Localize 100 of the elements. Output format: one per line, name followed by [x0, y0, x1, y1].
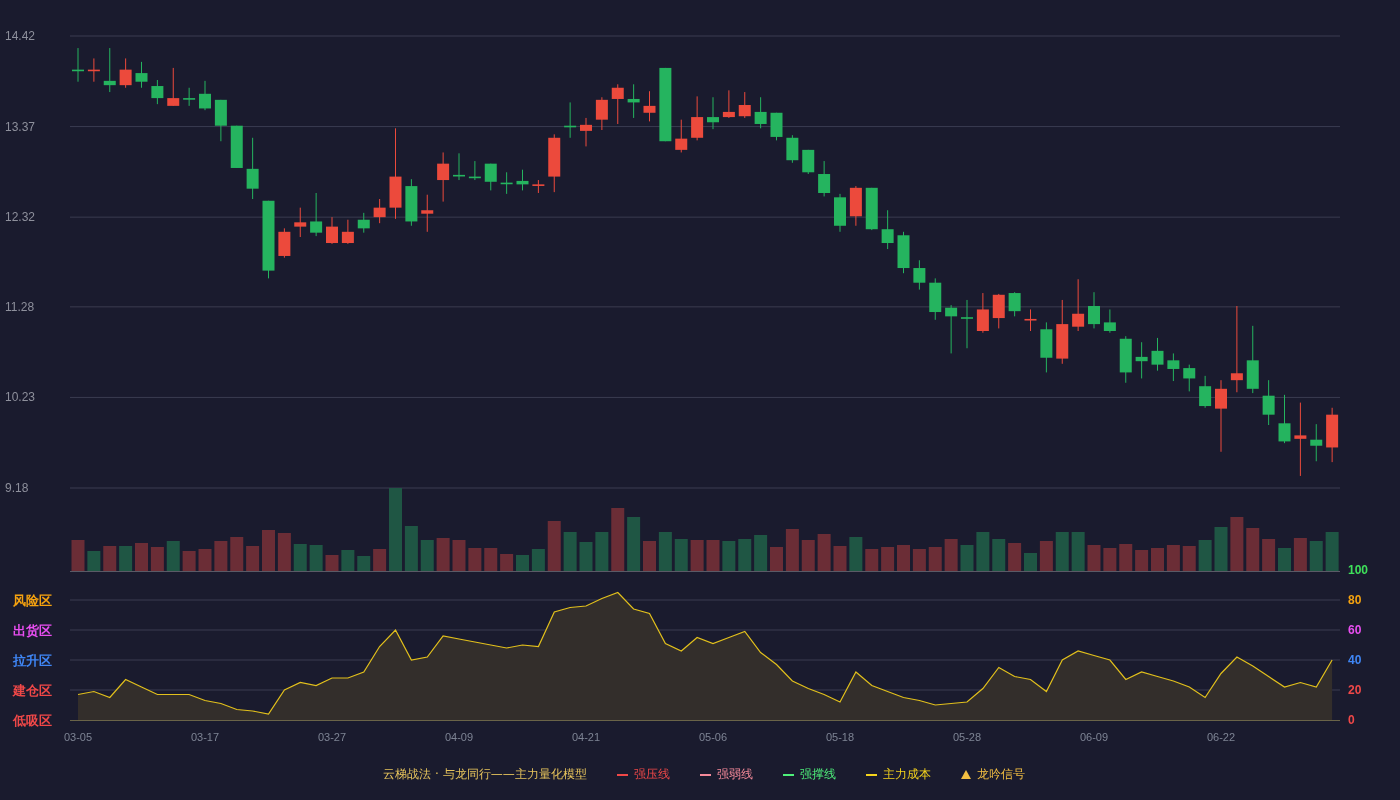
candlestick [468, 160, 481, 181]
candlestick [421, 194, 434, 233]
candlestick [1119, 335, 1132, 384]
volume-bar [135, 543, 148, 571]
volume-bar [928, 547, 942, 571]
volume-bar [770, 547, 783, 571]
date-label: 06-09 [1079, 731, 1109, 743]
volume-bar [357, 556, 371, 571]
volume-bar [1182, 546, 1196, 571]
volume-bar [71, 540, 85, 571]
candlestick [1072, 278, 1085, 332]
volume-bar [500, 554, 514, 571]
volume-bar [1024, 553, 1037, 571]
volume-bar [833, 546, 847, 571]
candlestick [580, 117, 592, 147]
zone-label: 风险区 [13, 593, 52, 608]
axis-label: 13.37 [5, 119, 36, 134]
candlestick [214, 99, 227, 142]
candlestick [738, 91, 751, 119]
candlestick [643, 90, 656, 122]
candlestick [627, 83, 640, 119]
legend-label: 主力成本 [882, 766, 931, 783]
volume-bar [706, 540, 720, 571]
candlestick [691, 95, 704, 141]
axis-label: 80 [1348, 593, 1362, 607]
axis-label: 10.23 [5, 390, 36, 405]
volume-bar [992, 539, 1006, 571]
volume-bar [738, 539, 752, 571]
candlestick [1040, 321, 1053, 373]
zone-label: 低吸区 [13, 713, 52, 728]
legend-title: 云梯战法 · 与龙同行——主力量化模型 [383, 766, 587, 783]
candlestick [770, 112, 783, 141]
volume-bar [1039, 541, 1053, 571]
candlestick [357, 212, 370, 234]
legend-label: 强压线 [633, 766, 670, 783]
candlestick [1056, 299, 1069, 365]
volume-bar [1198, 540, 1212, 571]
volume-bar [230, 537, 244, 571]
axis-label: 40 [1348, 653, 1362, 667]
candlestick [786, 134, 799, 164]
candlestick [548, 133, 561, 193]
volume-bar [785, 529, 799, 571]
volume-bar [341, 550, 355, 571]
volume-bar [1309, 541, 1323, 571]
volume-bar [1230, 517, 1244, 571]
candlestick [532, 179, 545, 194]
axis-label: 0 [1348, 713, 1355, 727]
candlestick [754, 96, 767, 129]
volume-bar [166, 541, 180, 571]
axis-label: 12.32 [5, 210, 36, 225]
candlestick [976, 292, 989, 334]
candlestick [802, 149, 815, 175]
candlestick [453, 152, 465, 181]
candlestick [341, 219, 354, 245]
volume-bar [547, 521, 561, 571]
candlestick [87, 57, 100, 83]
volume-bar [1262, 539, 1276, 571]
zone-label: 建仓区 [13, 683, 52, 698]
legend-label: 强撑线 [799, 766, 836, 783]
candlestick [611, 83, 624, 125]
candlestick [1088, 291, 1100, 329]
volume-bar [658, 532, 672, 571]
candlestick [1167, 352, 1180, 382]
candlestick [72, 47, 84, 83]
candlestick [961, 299, 973, 349]
volume-bar [1087, 545, 1101, 571]
candlestick [500, 171, 513, 195]
candlestick [1135, 341, 1148, 379]
volume-bar [722, 541, 736, 571]
volume-bar [1166, 545, 1180, 571]
candlestick [849, 185, 862, 227]
candlestick [246, 137, 259, 200]
date-label: 05-06 [698, 731, 728, 743]
candlestick [294, 207, 307, 238]
volume-bar [182, 551, 196, 571]
axis-label: 14.42 [5, 29, 36, 43]
candlestick [103, 47, 116, 93]
candlestick [1326, 407, 1339, 463]
candlestick [1278, 394, 1291, 444]
volume-bar [373, 549, 387, 571]
axis-label: 9.18 [5, 481, 29, 495]
candlestick [119, 57, 132, 89]
candlestick [310, 192, 323, 237]
volume-bar [516, 555, 529, 571]
axis-label: 20 [1348, 683, 1362, 697]
date-label: 05-28 [952, 731, 982, 743]
candlestick [595, 96, 608, 131]
volume-bar [436, 538, 450, 571]
volume-bar [865, 549, 879, 571]
date-label: 04-09 [444, 731, 474, 743]
volume-bar [1214, 527, 1228, 571]
volume-bar [150, 547, 164, 571]
zone-label: 拉升区 [13, 653, 52, 668]
candlestick [167, 67, 180, 107]
candlestick [199, 80, 211, 111]
volume-bar [325, 555, 339, 571]
volume-bar [293, 544, 307, 571]
axis-label: 100 [1348, 563, 1369, 577]
candlestick [326, 216, 338, 245]
volume-bar [1071, 532, 1085, 571]
